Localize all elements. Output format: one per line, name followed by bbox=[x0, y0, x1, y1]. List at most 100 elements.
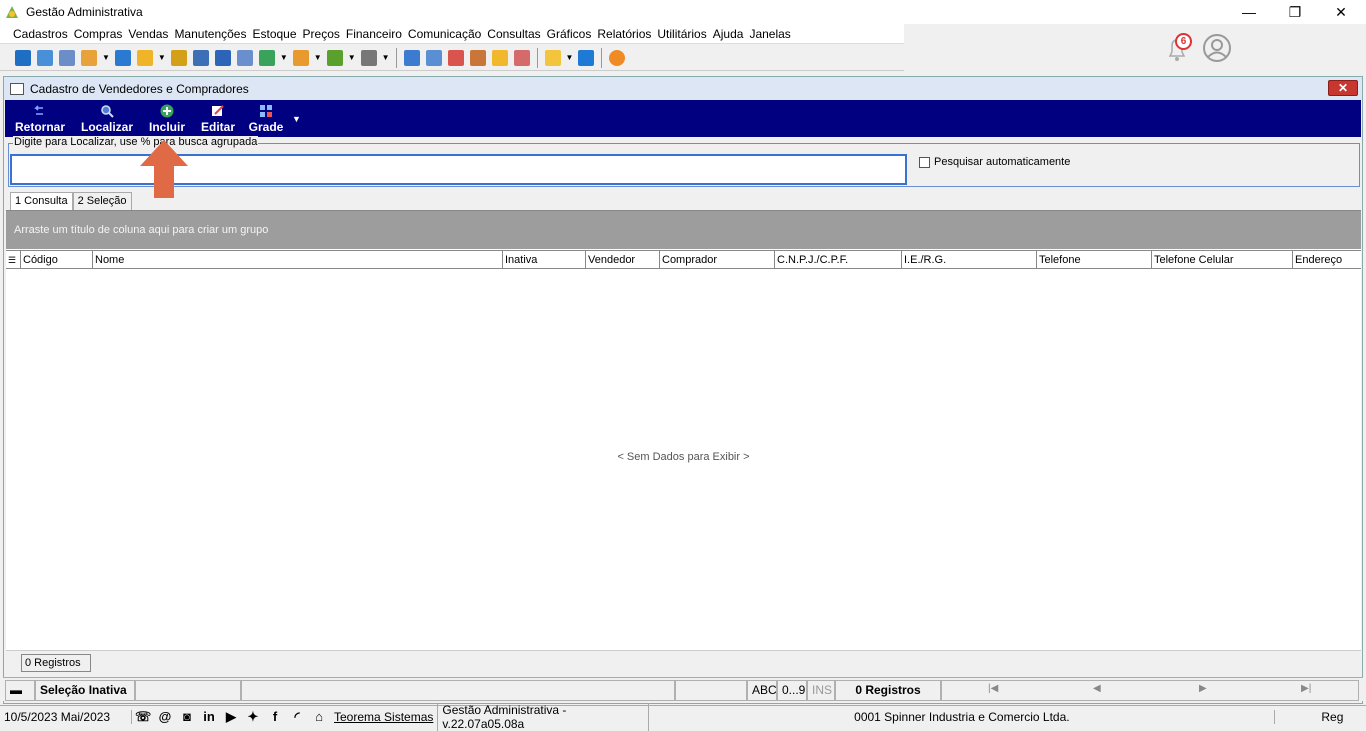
status-panel-empty bbox=[241, 680, 675, 701]
chevron-down-icon[interactable]: ▼ bbox=[382, 53, 390, 62]
status-panel-empty bbox=[675, 680, 747, 701]
annotation-arrow-icon bbox=[140, 140, 188, 198]
menu-ajuda[interactable]: Ajuda bbox=[710, 27, 747, 41]
status-panel-empty bbox=[135, 680, 241, 701]
chevron-down-icon[interactable]: ▼ bbox=[158, 53, 166, 62]
menu-utilitarios[interactable]: Utilitários bbox=[654, 27, 709, 41]
menu-bar: Cadastros Compras Vendas Manutenções Est… bbox=[0, 24, 904, 44]
card-icon[interactable] bbox=[59, 49, 75, 66]
column-nome[interactable]: Nome bbox=[92, 251, 502, 269]
company-icon[interactable] bbox=[15, 49, 31, 66]
prev-record-button[interactable]: ◀ bbox=[1093, 683, 1101, 694]
lock-icon[interactable] bbox=[491, 49, 508, 66]
tab-consulta[interactable]: 1 Consulta bbox=[10, 192, 73, 211]
menu-graficos[interactable]: Gráficos bbox=[544, 27, 595, 41]
group-by-panel[interactable]: Arraste um título de coluna aqui para cr… bbox=[6, 211, 1361, 249]
column-inativa[interactable]: Inativa bbox=[502, 251, 585, 269]
support-icon[interactable]: ☏ bbox=[135, 709, 151, 725]
num-indicator: 0...9 bbox=[777, 680, 807, 701]
calendar-icon[interactable] bbox=[447, 49, 464, 66]
next-record-button[interactable]: ▶ bbox=[1199, 683, 1207, 694]
restore-button[interactable]: ❐ bbox=[1272, 0, 1318, 24]
grade-chevron-down-icon[interactable]: ▼ bbox=[292, 114, 301, 124]
column-telefone-celular[interactable]: Telefone Celular bbox=[1151, 251, 1292, 269]
spreadsheet-icon[interactable] bbox=[403, 49, 420, 66]
retornar-label: Retornar bbox=[14, 120, 65, 134]
power-icon[interactable] bbox=[609, 49, 626, 66]
grid-header-row: ☰ Código Nome Inativa Vendedor Comprador… bbox=[6, 250, 1361, 269]
column-chooser-icon[interactable]: ☰ bbox=[6, 251, 20, 269]
menu-estoque[interactable]: Estoque bbox=[249, 27, 299, 41]
money-icon[interactable] bbox=[326, 49, 343, 66]
tab-selecao[interactable]: 2 Seleção bbox=[72, 192, 132, 211]
column-endereco[interactable]: Endereço bbox=[1292, 251, 1361, 269]
toolbar-divider bbox=[601, 47, 603, 68]
column-codigo[interactable]: Código bbox=[20, 251, 92, 269]
teorema-logo-icon[interactable]: ◜ bbox=[289, 709, 305, 725]
printer-icon[interactable] bbox=[360, 49, 377, 66]
twitter-icon[interactable]: ✦ bbox=[245, 709, 261, 725]
incluir-button[interactable]: Incluir bbox=[147, 100, 187, 137]
column-telefone[interactable]: Telefone bbox=[1036, 251, 1151, 269]
column-cnpj-cpf[interactable]: C.N.P.J./C.P.F. bbox=[774, 251, 901, 269]
form-close-button[interactable]: ✕ bbox=[1328, 80, 1358, 96]
report-icon[interactable] bbox=[513, 49, 530, 66]
minimize-button[interactable]: — bbox=[1226, 0, 1272, 24]
instagram-icon[interactable]: ◙ bbox=[179, 709, 195, 725]
chevron-down-icon[interactable]: ▼ bbox=[566, 53, 574, 62]
chevron-down-icon[interactable]: ▼ bbox=[102, 53, 110, 62]
list-icon[interactable] bbox=[81, 49, 97, 66]
graduation-cap-icon[interactable]: ⌂ bbox=[311, 709, 327, 725]
menu-relatorios[interactable]: Relatórios bbox=[594, 27, 654, 41]
user-icon[interactable] bbox=[170, 49, 187, 66]
menu-financeiro[interactable]: Financeiro bbox=[343, 27, 405, 41]
calculator-icon[interactable] bbox=[425, 49, 442, 66]
bank-icon[interactable] bbox=[192, 49, 209, 66]
menu-manutencoes[interactable]: Manutenções bbox=[171, 27, 249, 41]
id-card-icon[interactable] bbox=[236, 49, 253, 66]
first-record-button[interactable]: |◀ bbox=[988, 683, 998, 694]
app-logo-icon bbox=[6, 6, 18, 18]
checkbox-box[interactable] bbox=[919, 156, 930, 168]
star-icon[interactable] bbox=[544, 49, 561, 66]
form-window: Cadastro de Vendedores e Compradores ✕ R… bbox=[3, 76, 1363, 704]
menu-compras[interactable]: Compras bbox=[71, 27, 126, 41]
localizar-button[interactable]: Localizar bbox=[81, 100, 133, 137]
column-vendedor[interactable]: Vendedor bbox=[585, 251, 659, 269]
app-title: Gestão Administrativa bbox=[26, 5, 143, 19]
folder-icon[interactable] bbox=[136, 49, 153, 66]
menu-vendas[interactable]: Vendas bbox=[125, 27, 171, 41]
email-icon[interactable]: @ bbox=[157, 709, 173, 725]
facebook-icon[interactable]: f bbox=[267, 709, 283, 725]
retornar-button[interactable]: Retornar bbox=[14, 100, 66, 137]
date-label: 10/5/2023 Mai/2023 bbox=[0, 710, 132, 724]
linkedin-icon[interactable]: in bbox=[201, 709, 217, 725]
last-record-button[interactable]: ▶| bbox=[1301, 683, 1311, 694]
user-avatar-icon[interactable] bbox=[1202, 33, 1232, 63]
box-icon[interactable] bbox=[292, 49, 309, 66]
company-link[interactable]: Teorema Sistemas bbox=[334, 710, 433, 724]
auto-search-checkbox[interactable]: Pesquisar automaticamente bbox=[919, 156, 1070, 168]
menu-comunicacao[interactable]: Comunicação bbox=[405, 27, 484, 41]
editar-button[interactable]: Editar bbox=[200, 100, 236, 137]
info-icon[interactable] bbox=[578, 49, 595, 66]
keyboard-icon[interactable]: ▬ bbox=[5, 680, 35, 701]
menu-cadastros[interactable]: Cadastros bbox=[10, 27, 71, 41]
youtube-icon[interactable]: ▶ bbox=[223, 709, 239, 725]
settings-icon[interactable] bbox=[469, 49, 486, 66]
column-ie-rg[interactable]: I.E./R.G. bbox=[901, 251, 1036, 269]
chevron-down-icon[interactable]: ▼ bbox=[314, 53, 322, 62]
document-icon[interactable] bbox=[114, 49, 131, 66]
chevron-down-icon[interactable]: ▼ bbox=[280, 53, 288, 62]
grade-button[interactable]: Grade bbox=[248, 100, 284, 137]
cart-icon[interactable] bbox=[258, 49, 275, 66]
column-comprador[interactable]: Comprador bbox=[659, 251, 774, 269]
menu-precos[interactable]: Preços bbox=[300, 27, 343, 41]
menu-consultas[interactable]: Consultas bbox=[484, 27, 543, 41]
close-window-button[interactable]: ✕ bbox=[1318, 0, 1364, 24]
menu-janelas[interactable]: Janelas bbox=[746, 27, 793, 41]
chevron-down-icon[interactable]: ▼ bbox=[348, 53, 356, 62]
people-icon[interactable] bbox=[37, 49, 53, 66]
invoice-icon[interactable] bbox=[214, 49, 231, 66]
notification-badge: 6 bbox=[1175, 33, 1192, 50]
